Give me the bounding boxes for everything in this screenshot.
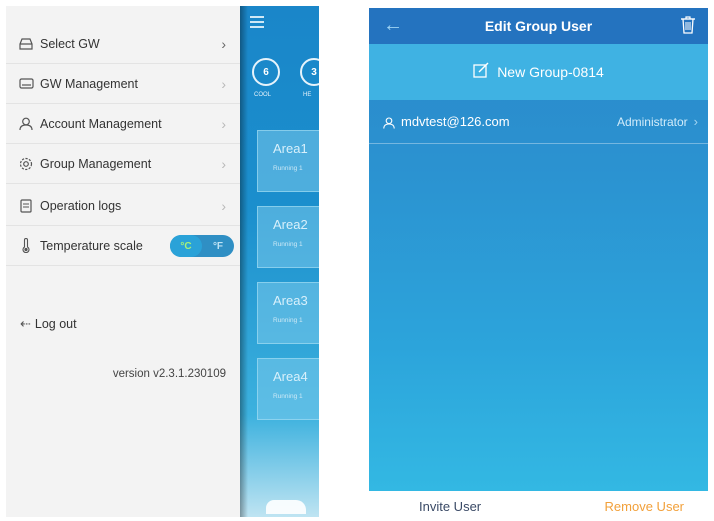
menu-item-operation-logs[interactable]: Operation logs › xyxy=(6,186,240,226)
chevron-right-icon: › xyxy=(221,115,226,132)
user-icon xyxy=(18,116,34,132)
user-email: mdvtest@126.com xyxy=(401,114,510,129)
side-drawer: Select GW › GW Management › Account Mana… xyxy=(6,6,240,517)
group-name-editor[interactable]: New Group-0814 xyxy=(369,44,708,100)
back-arrow-icon[interactable]: ← xyxy=(383,14,403,37)
user-row[interactable]: mdvtest@126.com Administrator › xyxy=(369,100,708,144)
area-card-1: Area1 Running 1 xyxy=(257,130,319,192)
logout-button[interactable]: ⇠ Log out xyxy=(20,316,77,332)
chevron-right-icon: › xyxy=(221,35,226,52)
header-bar: ← Edit Group User xyxy=(369,8,708,44)
chevron-right-icon: › xyxy=(693,114,698,129)
gear-icon xyxy=(18,156,34,172)
area-status: Running 1 xyxy=(273,241,303,248)
version-text: version v2.3.1.230109 xyxy=(112,368,226,380)
user-icon xyxy=(383,116,395,129)
temperature-scale-toggle[interactable]: °C °F xyxy=(170,235,234,257)
left-phone-screen: Select GW › GW Management › Account Mana… xyxy=(6,6,319,517)
fahrenheit-option[interactable]: °F xyxy=(202,235,234,257)
screenshot-root: Select GW › GW Management › Account Mana… xyxy=(0,0,714,521)
area-name: Area4 xyxy=(273,369,308,384)
remove-user-button[interactable]: Remove User xyxy=(605,499,684,514)
menu-label: GW Management xyxy=(40,76,138,91)
hamburger-menu-icon xyxy=(250,16,264,31)
drawer-shadow xyxy=(240,6,248,517)
group-name: New Group-0814 xyxy=(497,64,604,80)
mode-label-heat: HE xyxy=(303,92,312,98)
chevron-right-icon: › xyxy=(221,197,226,214)
thermometer-icon xyxy=(18,238,34,254)
menu-label: Select GW xyxy=(40,36,100,51)
cloud-decoration xyxy=(266,500,306,514)
menu-item-group-management[interactable]: Group Management › xyxy=(6,144,240,184)
edit-icon xyxy=(473,62,489,83)
celsius-option[interactable]: °C xyxy=(170,235,202,257)
logout-label: Log out xyxy=(34,317,77,331)
menu-label: Account Management xyxy=(40,116,162,131)
gw-device-icon xyxy=(18,76,34,92)
mode-circle-cool: 6 xyxy=(252,58,280,86)
area-name: Area1 xyxy=(273,141,308,156)
user-role: Administrator xyxy=(616,114,688,129)
mode-label-cool: COOL xyxy=(254,92,272,98)
menu-item-gw-management[interactable]: GW Management › xyxy=(6,64,240,104)
chevron-right-icon: › xyxy=(221,155,226,172)
menu-item-account-management[interactable]: Account Management › xyxy=(6,104,240,144)
menu-label: Group Management xyxy=(40,156,152,171)
menu-item-select-gw[interactable]: Select GW › xyxy=(6,24,240,64)
invite-user-button[interactable]: Invite User xyxy=(419,499,481,514)
logout-icon: ⇠ xyxy=(20,316,31,331)
area-status: Running 1 xyxy=(273,393,303,400)
area-card-3: Area3 Running 1 xyxy=(257,282,319,344)
footer-actions: Invite User Remove User xyxy=(369,491,708,521)
area-status: Running 1 xyxy=(273,165,303,172)
area-name: Area3 xyxy=(273,293,308,308)
page-title: Edit Group User xyxy=(484,18,593,34)
gateway-icon xyxy=(18,36,34,52)
area-name: Area2 xyxy=(273,217,308,232)
area-status: Running 1 xyxy=(273,317,303,324)
mode-circle-heat: 3 xyxy=(300,58,319,86)
menu-label: Operation logs xyxy=(40,198,122,213)
area-card-2: Area2 Running 1 xyxy=(257,206,319,268)
background-app-peek: 6 COOL 3 HE Area1 Running 1 Area2 Runnin… xyxy=(240,6,319,517)
right-phone-screen: ← Edit Group User New Group-0814 mdvtest… xyxy=(369,8,708,521)
user-list-panel: ← Edit Group User New Group-0814 mdvtest… xyxy=(369,8,708,491)
trash-icon[interactable] xyxy=(680,16,696,34)
menu-item-temperature-scale: Temperature scale °C °F xyxy=(6,226,240,266)
area-card-4: Area4 Running 1 xyxy=(257,358,319,420)
document-icon xyxy=(18,198,34,214)
chevron-right-icon: › xyxy=(221,75,226,92)
